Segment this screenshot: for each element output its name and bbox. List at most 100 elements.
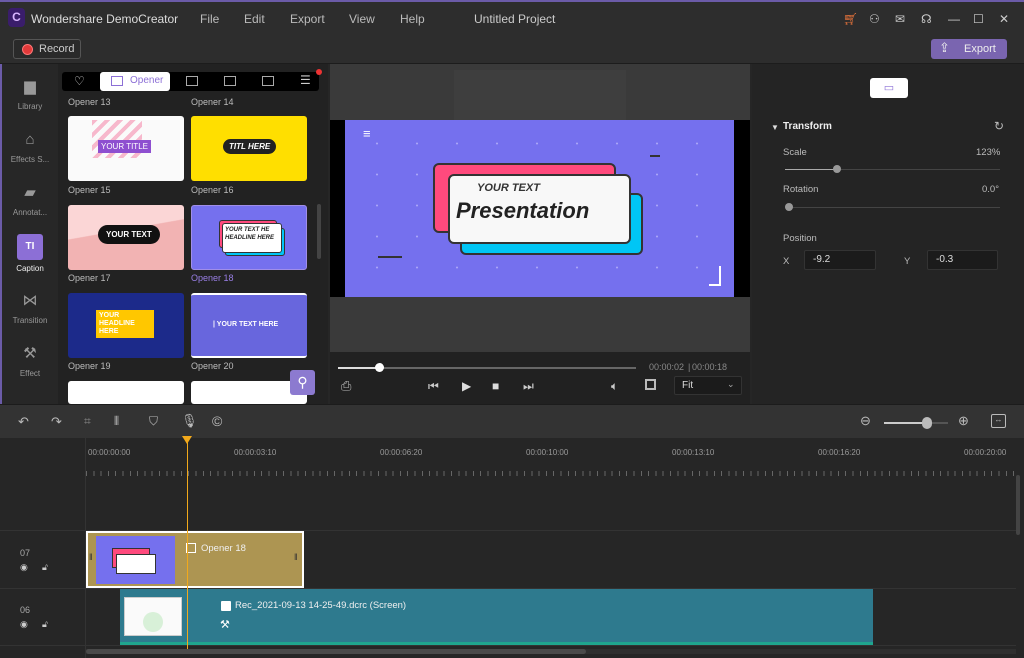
- item-label: Opener 17: [68, 273, 111, 283]
- vertical-scrollbar[interactable]: [1016, 475, 1020, 535]
- category-tabs: ♡ Opener ☰: [62, 69, 322, 91]
- volume-icon[interactable]: 🔈︎: [611, 379, 618, 394]
- corner-graphic: [709, 266, 721, 286]
- collapse-triangle-icon[interactable]: ▼: [771, 123, 779, 132]
- redo-icon[interactable]: ↷: [51, 414, 62, 430]
- eye-icon[interactable]: ◉: [20, 619, 28, 630]
- menu-view[interactable]: View: [349, 12, 375, 26]
- template-thumbnail-opener-17[interactable]: YOUR TEXT: [68, 205, 184, 270]
- split-icon[interactable]: ⫴: [114, 414, 119, 429]
- menu-file[interactable]: File: [200, 12, 219, 26]
- snapshot-camera-icon[interactable]: ⎙: [341, 378, 351, 394]
- tab-lower-third-icon[interactable]: [262, 76, 274, 86]
- lock-icon[interactable]: 🔓︎: [42, 619, 48, 630]
- template-thumbnail-opener-18[interactable]: YOUR TEXT HE HEADLINE HERE: [191, 205, 307, 270]
- fit-timeline-icon[interactable]: ↔: [991, 414, 1006, 428]
- fullscreen-icon[interactable]: [645, 379, 656, 390]
- library-scrollbar[interactable]: [317, 204, 321, 259]
- export-button[interactable]: ⇪ Export: [931, 39, 1007, 59]
- template-thumbnail-opener-20[interactable]: | YOUR TEXT HERE: [191, 293, 307, 358]
- horizontal-scrollbar[interactable]: [86, 649, 1016, 654]
- favorites-tab-heart-icon[interactable]: ♡: [74, 74, 85, 88]
- screen-recording-clip[interactable]: Rec_2021-09-13 14-25-49.dcrc (Screen) ⚒: [120, 589, 873, 645]
- template-thumbnail-opener-19[interactable]: YOUR HEADLINE HERE: [68, 293, 184, 358]
- next-frame-icon[interactable]: ⏭: [523, 379, 534, 394]
- magic-wand-icon[interactable]: ⚒: [220, 618, 230, 631]
- maximize-icon[interactable]: ☐: [973, 12, 984, 26]
- minimize-icon[interactable]: —: [948, 12, 960, 26]
- item-label: Opener 15: [68, 185, 111, 195]
- rotation-handle[interactable]: [785, 203, 793, 211]
- caption-library: ♡ Opener ☰ Opener 13 Opener 14 YOUR TITL…: [58, 64, 328, 404]
- menu-edit[interactable]: Edit: [244, 12, 265, 26]
- scrollbar-thumb[interactable]: [86, 649, 586, 654]
- time-ruler[interactable]: 00:00:00:00 00:00:03:10 00:00:06:20 00:00:1…: [0, 438, 1024, 475]
- eye-icon[interactable]: ◉: [20, 562, 28, 573]
- trim-handle-right[interactable]: ‖: [294, 552, 298, 562]
- sidebar-item-transition[interactable]: ⋈ Transition: [2, 290, 58, 325]
- zoom-in-icon[interactable]: ⊕: [958, 413, 969, 429]
- support-icon[interactable]: ☊: [921, 12, 932, 26]
- ruler-label: 00:00:00:00: [88, 448, 131, 457]
- video-properties-tab[interactable]: ▭: [870, 78, 908, 98]
- clip-thumbnail: [96, 536, 175, 584]
- playhead[interactable]: [182, 436, 192, 650]
- zoom-fit-dropdown[interactable]: Fit ⌄: [674, 376, 742, 395]
- caption-icon: TI: [17, 234, 43, 260]
- preview-canvas: ≡ YOUR TEXT Presentation: [330, 120, 750, 297]
- sidebar-item-label: Caption: [16, 264, 44, 273]
- sidebar-item-library[interactable]: ▆ Library: [2, 76, 58, 111]
- thumb-text: YOUR TEXT HE HEADLINE HERE: [222, 223, 282, 253]
- mail-icon[interactable]: ✉: [895, 12, 905, 26]
- app-title: Wondershare DemoCreator: [31, 12, 179, 26]
- record-button[interactable]: Record: [13, 39, 81, 59]
- marker-icon[interactable]: ⛉: [149, 414, 158, 429]
- copyright-icon[interactable]: ©: [212, 413, 222, 429]
- template-thumbnail-opener-21[interactable]: [68, 381, 184, 404]
- sidebar-item-effects-store[interactable]: ⌂ Effects S...: [2, 129, 58, 164]
- play-icon[interactable]: ▶: [462, 379, 471, 393]
- playhead-handle[interactable]: [182, 436, 192, 444]
- reset-icon[interactable]: ↻: [994, 119, 1004, 133]
- opener-clip[interactable]: ‖ Opener 18 ‖: [86, 531, 304, 588]
- previous-frame-icon[interactable]: ⏮: [428, 379, 439, 394]
- search-button[interactable]: ⚲: [290, 370, 315, 395]
- position-x-input[interactable]: -9.2: [804, 250, 876, 270]
- user-icon[interactable]: ⚇: [869, 12, 880, 26]
- sidebar-item-effect[interactable]: ⚒ Effect: [2, 343, 58, 378]
- scale-slider[interactable]: [785, 165, 1000, 173]
- crop-icon[interactable]: ⌗: [84, 414, 91, 429]
- ruler-label: 00:00:10:00: [526, 448, 569, 457]
- microphone-icon[interactable]: 🎙︎: [181, 413, 198, 429]
- lock-icon[interactable]: 🔓︎: [42, 562, 48, 573]
- trim-handle-left[interactable]: ‖: [89, 552, 93, 562]
- menu-export[interactable]: Export: [290, 12, 325, 26]
- menu-help[interactable]: Help: [400, 12, 425, 26]
- tab-subtitle-icon[interactable]: [224, 76, 236, 86]
- annotation-icon: ▰: [24, 184, 36, 201]
- x-label: X: [783, 256, 790, 267]
- track-number: 07: [20, 548, 31, 558]
- zoom-handle[interactable]: [921, 417, 932, 429]
- position-y-input[interactable]: -0.3: [927, 250, 998, 270]
- rotation-label: Rotation: [783, 184, 819, 195]
- item-label: Opener 19: [68, 361, 111, 371]
- rotation-slider[interactable]: [785, 203, 1000, 211]
- tab-more-menu-icon[interactable]: ☰: [300, 73, 311, 87]
- close-icon[interactable]: ✕: [999, 12, 1009, 26]
- tab-opener[interactable]: Opener: [100, 72, 170, 91]
- tab-title-icon[interactable]: [186, 76, 198, 86]
- zoom-out-icon[interactable]: ⊖: [860, 413, 871, 429]
- scale-handle[interactable]: [832, 165, 841, 173]
- undo-icon[interactable]: ↶: [18, 414, 29, 430]
- progress-handle[interactable]: [375, 363, 385, 372]
- template-thumbnail-opener-15[interactable]: YOUR TITLE: [68, 116, 184, 181]
- cart-icon[interactable]: 🛒︎: [843, 12, 858, 26]
- title-bar: C Wondershare DemoCreator File Edit Expo…: [0, 0, 1024, 34]
- stop-icon[interactable]: ■: [492, 379, 499, 393]
- sidebar-item-caption[interactable]: TI Caption: [2, 234, 58, 273]
- playback-progress-bar[interactable]: [338, 363, 636, 372]
- template-thumbnail-opener-16[interactable]: TITL HERE: [191, 116, 307, 181]
- timeline-zoom-slider[interactable]: [884, 417, 948, 429]
- sidebar-item-annotation[interactable]: ▰ Annotat...: [2, 182, 58, 217]
